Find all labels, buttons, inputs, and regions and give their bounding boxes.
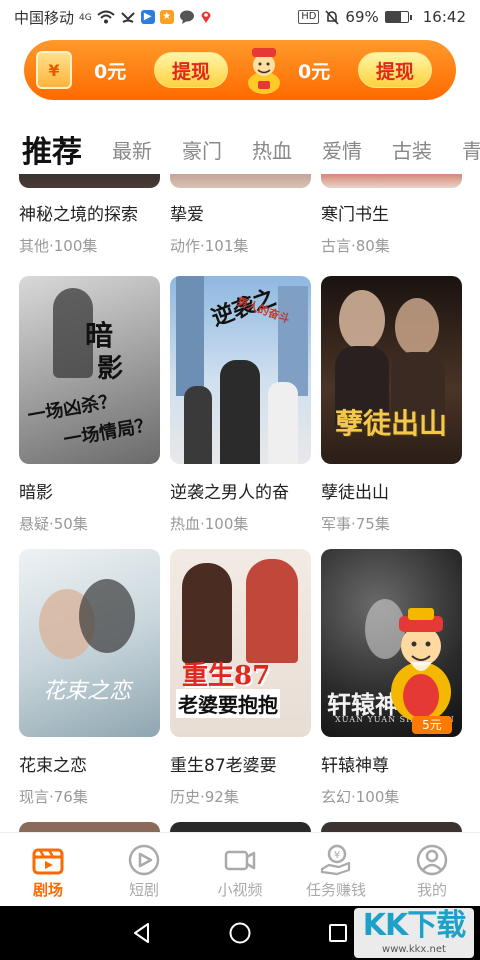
reward-banner[interactable]: ¥ 0元 提现 0元 提现 xyxy=(24,40,456,100)
nav-label: 小视频 xyxy=(217,881,263,899)
drama-title[interactable]: 神秘之境的探索 xyxy=(19,200,160,225)
coin-hand-icon: ¥ xyxy=(320,844,351,876)
drama-card[interactable]: 挚爱 动作·101集 xyxy=(170,174,311,256)
nav-short-drama[interactable]: 短剧 xyxy=(96,833,192,906)
tab-costume[interactable]: 古装 xyxy=(392,135,432,164)
drama-title[interactable]: 孽徒出山 xyxy=(321,478,462,503)
poster-title: 孽徒出山 xyxy=(335,407,448,440)
nav-profile[interactable]: 我的 xyxy=(384,833,480,906)
drama-title[interactable]: 寒门书生 xyxy=(321,200,462,225)
drama-poster[interactable] xyxy=(170,174,311,188)
drama-title[interactable]: 花束之恋 xyxy=(19,751,160,776)
coin-amount: 0元 xyxy=(298,60,331,83)
site-watermark: KK下载 www.kkx.net xyxy=(354,908,474,958)
tab-latest[interactable]: 最新 xyxy=(112,135,152,164)
drama-poster[interactable] xyxy=(321,822,462,832)
nav-earn-tasks[interactable]: ¥ 任务赚钱 xyxy=(288,833,384,906)
drama-poster[interactable] xyxy=(19,174,160,188)
missed-call-icon xyxy=(120,10,136,24)
play-circle-icon xyxy=(128,844,160,876)
drama-poster[interactable] xyxy=(170,822,311,832)
app-notification-icon: ★ xyxy=(159,10,174,24)
drama-title[interactable]: 重生87老婆要 xyxy=(170,751,311,776)
drama-title[interactable]: 挚爱 xyxy=(170,200,311,225)
message-icon xyxy=(179,10,195,24)
drama-poster[interactable] xyxy=(321,174,462,188)
poster-title: 花束之恋 xyxy=(43,679,132,704)
mute-bell-icon xyxy=(325,9,340,25)
video-camera-icon xyxy=(224,850,256,871)
user-icon xyxy=(416,844,448,876)
drama-card[interactable]: 寒门书生 古言·80集 xyxy=(321,174,462,256)
drama-title[interactable]: 轩辕神尊 xyxy=(321,751,462,776)
tab-action[interactable]: 热血 xyxy=(252,135,292,164)
drama-title[interactable]: 逆袭之男人的奋 xyxy=(170,478,311,503)
nav-label: 我的 xyxy=(416,881,447,899)
drama-meta: 动作·101集 xyxy=(170,237,249,255)
battery-icon xyxy=(384,11,412,23)
drama-card[interactable]: 神秘之境的探索 其他·100集 xyxy=(19,174,160,256)
nav-label: 剧场 xyxy=(32,881,63,899)
bottom-navigation: 剧场 短剧 小视频 ¥ 任务赚钱 我的 xyxy=(0,832,480,906)
drama-poster[interactable]: 逆袭之 男人的奋斗 xyxy=(170,276,311,464)
drama-poster[interactable]: 花束之恋 xyxy=(19,549,160,737)
withdraw-coins-button[interactable]: 提现 xyxy=(358,52,432,88)
hd-badge: HD xyxy=(298,10,320,24)
reward-price-badge: 5元 xyxy=(412,716,452,734)
drama-meta: 其他·100集 xyxy=(19,237,98,255)
tab-wealthy[interactable]: 豪门 xyxy=(182,135,222,164)
fortune-god-icon[interactable] xyxy=(244,45,284,95)
nav-label: 任务赚钱 xyxy=(305,881,366,899)
carrier-label: 中国移动 xyxy=(14,8,75,27)
drama-meta: 军事·75集 xyxy=(321,515,390,533)
tab-youth[interactable]: 青 xyxy=(462,135,480,164)
drama-card[interactable]: 花束之恋 花束之恋 现言·76集 xyxy=(19,549,160,807)
category-tabs: 推荐 最新 豪门 热血 爱情 古装 青 xyxy=(0,124,480,174)
nav-label: 短剧 xyxy=(128,881,159,899)
withdraw-button[interactable]: 提现 xyxy=(154,52,228,88)
poster-title: 影 xyxy=(97,354,124,384)
recents-icon[interactable] xyxy=(326,921,350,945)
drama-poster[interactable]: 重生87 老婆要抱抱 xyxy=(170,549,311,737)
svg-text:¥: ¥ xyxy=(334,850,340,861)
app-notification-icon: ▶ xyxy=(140,10,155,24)
watermark-url: www.kkx.net xyxy=(382,944,446,955)
home-icon[interactable] xyxy=(228,921,252,945)
wifi-icon xyxy=(97,10,115,24)
drama-meta: 历史·92集 xyxy=(170,788,239,806)
drama-meta: 古言·80集 xyxy=(321,237,390,255)
poster-title: 老婆要抱抱 xyxy=(176,689,280,718)
floating-fortune-god-icon[interactable] xyxy=(386,596,456,736)
drama-card[interactable]: 重生87 老婆要抱抱 重生87老婆要 历史·92集 xyxy=(170,549,311,807)
back-icon[interactable] xyxy=(130,921,154,945)
drama-poster[interactable]: 孽徒出山 xyxy=(321,276,462,464)
drama-meta: 现言·76集 xyxy=(19,788,88,806)
location-icon xyxy=(200,10,212,24)
watermark-logo: KK下载 xyxy=(362,908,467,943)
drama-poster[interactable]: 暗 影 一场凶杀？ 一场情局？ xyxy=(19,276,160,464)
clock: 16:42 xyxy=(422,8,466,26)
drama-poster[interactable] xyxy=(19,822,160,832)
network-type: 4G xyxy=(79,12,92,23)
drama-meta: 玄幻·100集 xyxy=(321,788,400,806)
balance-amount: 0元 xyxy=(94,60,127,83)
tab-recommend[interactable]: 推荐 xyxy=(22,127,82,171)
theater-icon xyxy=(32,848,64,875)
drama-card[interactable]: 暗 影 一场凶杀？ 一场情局？ 暗影 悬疑·50集 xyxy=(19,276,160,534)
battery-percent: 69% xyxy=(345,8,379,26)
drama-meta: 悬疑·50集 xyxy=(19,515,88,533)
poster-title: 重生87 xyxy=(182,661,271,691)
drama-meta: 热血·100集 xyxy=(170,515,249,533)
red-envelope-icon: ¥ xyxy=(36,51,72,89)
drama-card[interactable]: 逆袭之 男人的奋斗 逆袭之男人的奋 热血·100集 xyxy=(170,276,311,534)
tab-romance[interactable]: 爱情 xyxy=(322,135,362,164)
status-bar: 中国移动 4G ▶ ★ HD 69% 16:42 xyxy=(0,0,480,34)
nav-theater[interactable]: 剧场 xyxy=(0,833,96,906)
nav-short-video[interactable]: 小视频 xyxy=(192,833,288,906)
drama-card[interactable]: 孽徒出山 孽徒出山 军事·75集 xyxy=(321,276,462,534)
drama-title[interactable]: 暗影 xyxy=(19,478,160,503)
